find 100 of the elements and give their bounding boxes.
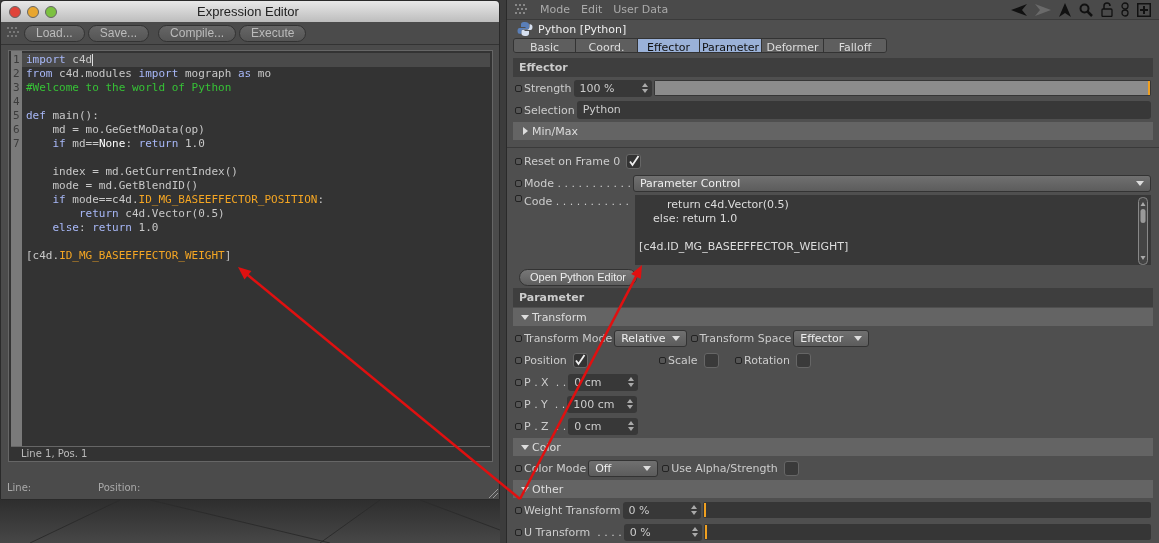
forward-arrow-icon[interactable]	[1035, 3, 1051, 16]
line-number: 3	[12, 81, 21, 95]
code-text-area[interactable]: return c4d.Vector(0.5) else: return 1.0 [c4d.ID_MG_BASEEFFECTOR_WEIGHT]	[635, 195, 1151, 265]
line-number: 5	[12, 109, 21, 123]
slider[interactable]	[703, 524, 1151, 540]
logo-icon	[517, 21, 533, 38]
line-number: 1	[12, 53, 21, 67]
number-field[interactable]: 0 cm	[568, 417, 639, 435]
status-label: Position:	[98, 482, 141, 493]
menu-item[interactable]: Mode	[540, 3, 570, 17]
up-arrow-icon[interactable]	[1059, 2, 1071, 17]
code-line: else: return 1.0	[51, 221, 159, 234]
collapse-triangle-icon	[521, 485, 529, 493]
code-line: return c4d.Vector(0.5)	[77, 207, 225, 220]
tab[interactable]: Parameter	[700, 39, 762, 52]
tab[interactable]: Falloff	[824, 39, 886, 52]
field-label: Strength	[524, 81, 572, 95]
number-field[interactable]: 0 %	[622, 501, 701, 519]
minimize-button[interactable]	[27, 5, 39, 18]
lock-icon[interactable]	[1101, 2, 1113, 18]
plus-square-icon[interactable]	[1137, 2, 1151, 17]
toolbar-button[interactable]: Save...	[87, 24, 150, 42]
field-label: U Transform . . . .	[524, 525, 622, 539]
number-field[interactable]: 0 %	[623, 523, 702, 541]
code-line: if md==None: return 1.0	[51, 137, 205, 150]
toolbar-button[interactable]: Load...	[24, 24, 85, 42]
object-title: Python [Python]	[538, 22, 627, 36]
grip-icon	[515, 3, 527, 16]
section-header: Effector	[513, 58, 1153, 77]
code-line: import c4d	[26, 53, 94, 66]
caret-icon	[1136, 179, 1144, 187]
back-arrow-icon[interactable]	[1011, 3, 1027, 16]
toolbar-button[interactable]: Compile...	[158, 24, 237, 42]
caret-icon	[854, 334, 863, 342]
tab[interactable]: Basic	[514, 39, 576, 52]
code-line: if mode==c4d.ID_MG_BASEEFFECTOR_POSITION:	[51, 193, 325, 206]
code-editor[interactable]	[8, 50, 493, 462]
tab[interactable]: Effector	[638, 39, 700, 52]
spinner-arrows-icon	[691, 527, 698, 537]
code-line: from c4d.modules import mograph as mo	[26, 67, 272, 80]
field-label: Transform Space	[699, 331, 792, 345]
checkbox[interactable]	[703, 352, 719, 368]
code-line: return c4d.Vector(0.5)	[666, 198, 790, 212]
dropdown[interactable]: Relative	[614, 329, 687, 347]
resize-grip-icon	[488, 488, 498, 498]
checkbox[interactable]	[626, 153, 642, 169]
text-field[interactable]: Python	[576, 101, 1151, 119]
stacked-circles-icon[interactable]	[1121, 2, 1129, 18]
zoom-button[interactable]	[45, 5, 57, 18]
number-field[interactable]: 100 %	[573, 79, 652, 97]
checkbox[interactable]	[783, 460, 799, 476]
code-line: md = mo.GeGetMoData(op)	[51, 123, 205, 136]
code-line: #Welcome to the world of Python	[26, 81, 232, 94]
caret-icon	[671, 334, 680, 342]
collapse-triangle-icon	[521, 313, 529, 321]
checkbox[interactable]	[572, 352, 588, 368]
close-button[interactable]	[9, 5, 21, 18]
field-label: Code . . . . . . . . . . .	[524, 195, 630, 208]
dropdown[interactable]: Parameter Control	[632, 174, 1151, 192]
menu-item[interactable]: User Data	[613, 3, 669, 17]
code-line: mode = md.GetBlendID()	[51, 179, 199, 192]
group-header[interactable]: Other	[513, 480, 1153, 498]
search-icon[interactable]	[1079, 2, 1093, 17]
expand-triangle-icon	[521, 127, 529, 135]
menu-item[interactable]: Edit	[581, 3, 603, 17]
code-line: def main():	[26, 109, 99, 122]
slider[interactable]	[702, 502, 1151, 518]
slider[interactable]	[653, 80, 1151, 96]
field-label: Reset on Frame 0	[524, 154, 621, 168]
status-label: Line:	[7, 482, 33, 493]
caret-icon	[643, 464, 652, 472]
checkbox[interactable]	[796, 352, 811, 368]
field-label: Scale	[668, 353, 698, 367]
cursor-status: Line 1, Pos. 1	[20, 447, 89, 461]
tab[interactable]: Deformer	[762, 39, 824, 52]
dropdown[interactable]: Effector	[793, 329, 870, 347]
code-line: [c4d.ID_MG_BASEEFFECTOR_WEIGHT]	[26, 249, 232, 262]
number-field[interactable]: 100 cm	[567, 395, 638, 413]
collapse-triangle-icon	[521, 443, 529, 451]
group-title: Transform	[532, 310, 587, 324]
line-number: 2	[12, 67, 21, 81]
field-label: P . X . .	[524, 375, 567, 389]
window-title: Expression Editor	[196, 4, 300, 19]
line-number: 4	[12, 95, 21, 109]
group-header[interactable]: Transform	[513, 308, 1153, 326]
field-label: Rotation	[744, 353, 790, 367]
group-header[interactable]: Min/Max	[513, 122, 1153, 140]
spinner-arrows-icon	[628, 377, 635, 387]
grip-icon	[7, 27, 19, 39]
field-label: P . Z . .	[524, 419, 567, 433]
line-number: 7	[12, 137, 21, 151]
code-line: [c4d.ID_MG_BASEEFFECTOR_WEIGHT]	[639, 240, 849, 254]
group-title: Other	[532, 482, 564, 496]
code-line: index = md.GetCurrentIndex()	[51, 165, 238, 178]
tab[interactable]: Coord.	[576, 39, 638, 52]
editor-button[interactable]: Open Python Editor	[519, 268, 637, 286]
dropdown[interactable]: Off	[588, 459, 659, 477]
field-label: P . Y . .	[524, 397, 566, 411]
section-header: Parameter	[513, 288, 1153, 307]
toolbar-button[interactable]: Execute	[239, 24, 307, 42]
